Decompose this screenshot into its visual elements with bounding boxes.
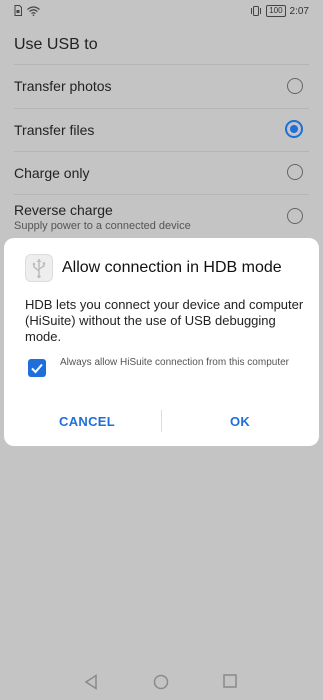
option-charge-only[interactable]: Charge only xyxy=(0,151,323,194)
cancel-button[interactable]: CANCEL xyxy=(59,414,115,429)
option-transfer-files[interactable]: Transfer files xyxy=(0,108,323,151)
status-bar: 100 2:07 xyxy=(0,0,323,24)
option-reverse-charge[interactable]: Reverse charge Supply power to a connect… xyxy=(0,194,323,238)
battery-icon: 100 xyxy=(266,5,286,17)
dialog-message: HDB lets you connect your device and com… xyxy=(25,297,304,344)
dialog-title: Allow connection in HDB mode xyxy=(62,259,282,276)
sim-icon xyxy=(14,5,22,16)
hdb-dialog: Allow connection in HDB mode HDB lets yo… xyxy=(4,238,319,446)
back-icon[interactable] xyxy=(84,674,98,690)
wifi-icon xyxy=(27,5,40,16)
recents-icon[interactable] xyxy=(223,674,237,688)
checkbox-label: Always allow HiSuite connection from thi… xyxy=(60,357,289,368)
button-divider xyxy=(161,410,162,432)
page-title: Use USB to xyxy=(14,36,98,53)
checkmark-icon xyxy=(31,363,43,374)
option-label: Charge only xyxy=(14,165,90,181)
navigation-bar xyxy=(0,664,323,700)
radio-button[interactable] xyxy=(287,208,303,224)
radio-button[interactable] xyxy=(287,78,303,94)
option-label: Reverse charge xyxy=(14,202,113,218)
radio-button-selected[interactable] xyxy=(285,120,303,138)
option-transfer-photos[interactable]: Transfer photos xyxy=(0,64,323,108)
status-time: 2:07 xyxy=(289,5,309,17)
status-bar-left xyxy=(14,5,40,16)
home-icon[interactable] xyxy=(153,674,169,690)
option-subtitle: Supply power to a connected device xyxy=(14,220,191,232)
usb-icon xyxy=(25,254,53,282)
ok-button[interactable]: OK xyxy=(230,414,250,429)
always-allow-checkbox[interactable] xyxy=(28,359,46,377)
option-label: Transfer photos xyxy=(14,78,112,94)
option-label: Transfer files xyxy=(14,122,95,138)
status-bar-right: 100 2:07 xyxy=(250,5,309,17)
vibrate-icon xyxy=(251,6,262,16)
radio-button[interactable] xyxy=(287,164,303,180)
